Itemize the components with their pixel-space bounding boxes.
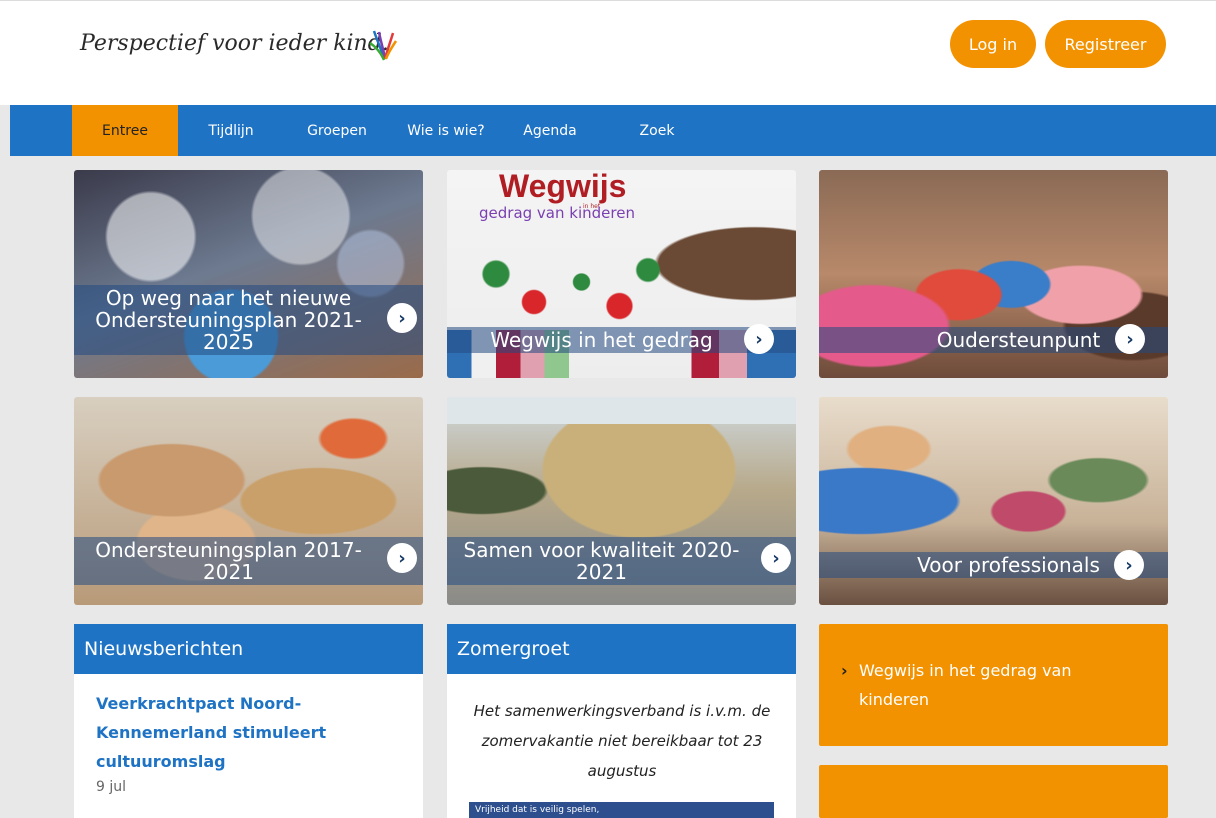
wegwijs-image-subtitle: gedrag van kinderen xyxy=(479,204,635,222)
nav-item-tijdlijn[interactable]: Tijdlijn xyxy=(194,105,268,156)
tile-caption: Ondersteuningsplan 2017-2021 xyxy=(74,537,423,585)
chevron-right-icon: › xyxy=(761,543,791,573)
site-tagline: Perspectief voor ieder kind. xyxy=(80,31,389,56)
tile-caption: Samen voor kwaliteit 2020-2021 xyxy=(447,537,796,585)
summer-image-text: Vrijheid dat is veilig spelen, xyxy=(475,805,600,815)
main-nav: Entree Tijdlijn Groepen Wie is wie? Agen… xyxy=(10,105,1216,156)
summer-panel: Zomergroet Het samenwerkingsverband is i… xyxy=(447,624,796,818)
nav-item-entree[interactable]: Entree xyxy=(72,105,178,156)
wegwijs-link[interactable]: › Wegwijs in het gedrag van kinderen xyxy=(841,656,1101,714)
chevron-right-icon: › xyxy=(1115,324,1145,354)
tile-ondersteuningsplan-2017[interactable]: Ondersteuningsplan 2017-2021 › xyxy=(74,397,423,605)
tile-voor-professionals[interactable]: Voor professionals › xyxy=(819,397,1168,605)
news-item-link[interactable]: Veerkrachtpact Noord-Kennemerland stimul… xyxy=(96,689,376,776)
nav-item-zoek[interactable]: Zoek xyxy=(630,105,684,156)
wegwijs-image-title: Wegwijs xyxy=(499,170,627,204)
tile-oudersteunpunt[interactable]: Oudersteunpunt › xyxy=(819,170,1168,378)
nav-item-agenda[interactable]: Agenda xyxy=(512,105,588,156)
chevron-right-icon: › xyxy=(387,303,417,333)
site-header: Perspectief voor ieder kind. Log in Regi… xyxy=(0,0,1216,105)
quick-link-card-2 xyxy=(819,765,1168,818)
chevron-right-icon: › xyxy=(1114,550,1144,580)
paint-strokes xyxy=(477,250,667,330)
summer-heading: Zomergroet xyxy=(447,624,796,674)
nav-item-groepen[interactable]: Groepen xyxy=(294,105,380,156)
quick-link-card: › Wegwijs in het gedrag van kinderen xyxy=(819,624,1168,746)
nav-item-wie-is-wie[interactable]: Wie is wie? xyxy=(396,105,496,156)
chevron-right-icon: › xyxy=(841,661,848,680)
news-heading: Nieuwsberichten xyxy=(74,624,423,674)
summer-image: Vrijheid dat is veilig spelen, xyxy=(469,802,774,818)
tile-ondersteuningsplan-2021[interactable]: Op weg naar het nieuwe Ondersteuningspla… xyxy=(74,170,423,378)
news-panel: Nieuwsberichten Veerkrachtpact Noord-Ken… xyxy=(74,624,423,818)
login-button[interactable]: Log in xyxy=(950,20,1036,68)
chevron-right-icon: › xyxy=(387,543,417,573)
tile-caption: Op weg naar het nieuwe Ondersteuningspla… xyxy=(74,285,423,355)
tile-wegwijs[interactable]: Wegwijs in het gedrag van kinderen Wegwi… xyxy=(447,170,796,378)
chevron-right-icon: › xyxy=(744,324,774,354)
register-button[interactable]: Registreer xyxy=(1045,20,1166,68)
wegwijs-link-label: Wegwijs in het gedrag van kinderen xyxy=(859,661,1072,709)
summer-text: Het samenwerkingsverband is i.v.m. de zo… xyxy=(473,702,771,780)
news-item-date: 9 jul xyxy=(96,779,127,795)
tile-samen-voor-kwaliteit[interactable]: Samen voor kwaliteit 2020-2021 › xyxy=(447,397,796,605)
logo-icon xyxy=(369,30,398,61)
